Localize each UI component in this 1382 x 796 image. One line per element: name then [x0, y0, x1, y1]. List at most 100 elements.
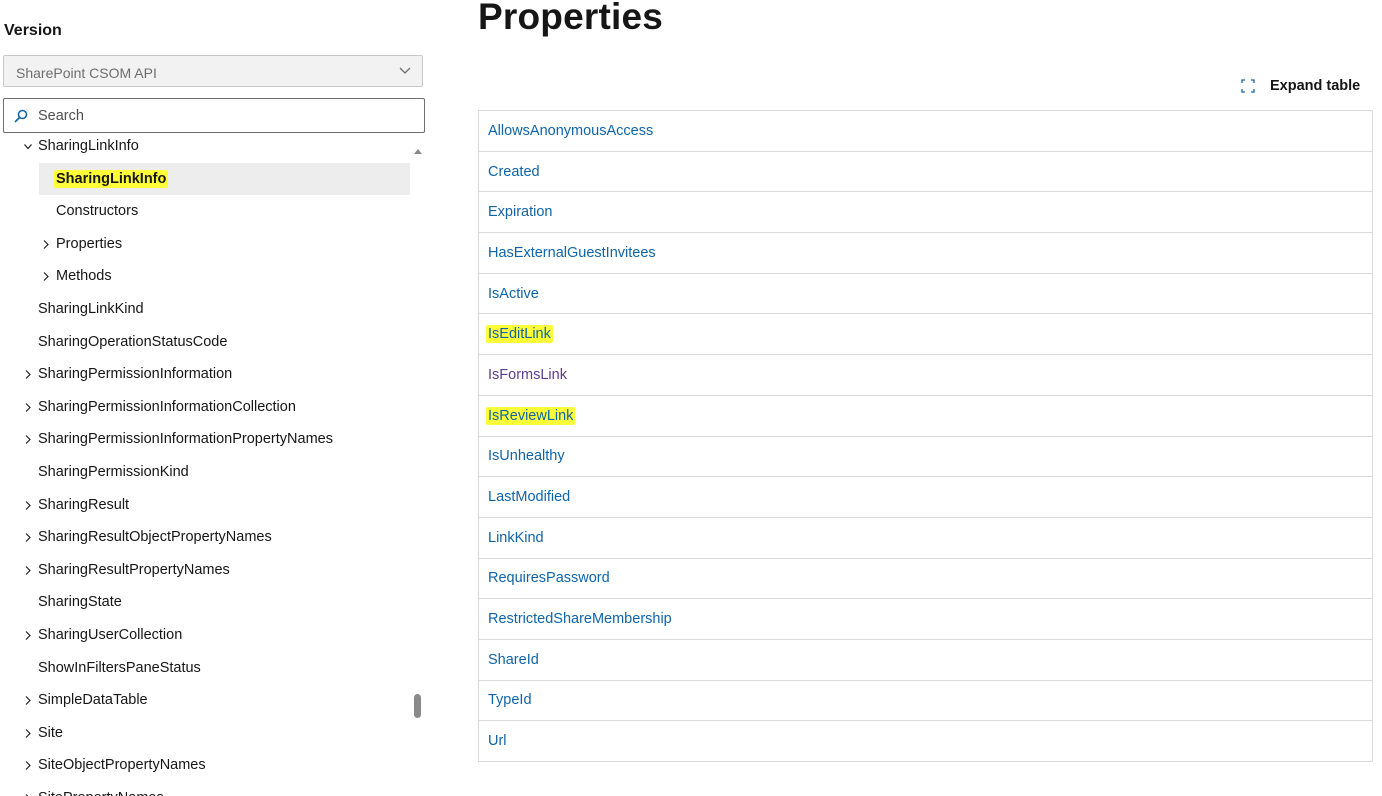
toc-item-label: Constructors: [56, 203, 139, 220]
table-row: Expiration: [478, 191, 1373, 234]
chevron-right-icon[interactable]: [24, 435, 32, 445]
property-link-restricted-share-membership[interactable]: RestrictedShareMembership: [488, 611, 672, 627]
property-link-is-forms-link[interactable]: IsFormsLink: [488, 367, 567, 383]
property-link-type-id[interactable]: TypeId: [488, 692, 532, 708]
table-cell: ShareId: [478, 639, 1373, 681]
toc-item-site-property-names[interactable]: SitePropertyNames: [0, 782, 412, 796]
table-row: AllowsAnonymousAccess: [478, 110, 1373, 152]
toc-item-show-in-filters-pane-status[interactable]: ShowInFiltersPaneStatus: [0, 652, 412, 685]
toc-item-sharing-user-collection[interactable]: SharingUserCollection: [0, 619, 412, 652]
chevron-right-icon[interactable]: [24, 728, 32, 738]
property-link-expiration[interactable]: Expiration: [488, 204, 552, 220]
toc-item-label: SiteObjectPropertyNames: [38, 757, 206, 774]
chevron-right-icon[interactable]: [24, 402, 32, 412]
chevron-right-icon[interactable]: [24, 370, 32, 380]
toc-item-label: SharingResultPropertyNames: [38, 561, 230, 578]
toc-item-label: SharingUserCollection: [38, 626, 183, 643]
table-row: Url: [478, 720, 1373, 762]
property-link-url[interactable]: Url: [488, 733, 507, 749]
chevron-right-icon[interactable]: [24, 533, 32, 543]
table-cell: IsReviewLink: [478, 395, 1373, 437]
property-link-text: IsReviewLink: [486, 406, 576, 425]
table-row: Created: [478, 151, 1373, 193]
table-cell: IsEditLink: [478, 313, 1373, 356]
chevron-right-icon[interactable]: [24, 500, 32, 510]
scrollbar-thumb[interactable]: [414, 694, 421, 718]
toc-item-simple-data-table[interactable]: SimpleDataTable: [0, 684, 412, 717]
table-cell: LastModified: [478, 476, 1373, 518]
toc-item-site[interactable]: Site: [0, 717, 412, 750]
property-link-requires-password[interactable]: RequiresPassword: [488, 570, 610, 586]
chevron-right-icon[interactable]: [24, 565, 32, 575]
table-cell: IsUnhealthy: [478, 436, 1373, 478]
chevron-down-icon[interactable]: [24, 142, 32, 151]
expand-table-button[interactable]: Expand table: [1240, 74, 1360, 98]
table-row: IsUnhealthy: [478, 436, 1373, 478]
expand-icon: [1241, 79, 1255, 93]
toc-item-label: SimpleDataTable: [38, 692, 148, 709]
table-row: RestrictedShareMembership: [478, 598, 1373, 640]
property-link-share-id[interactable]: ShareId: [488, 652, 539, 668]
table-cell: LinkKind: [478, 517, 1373, 559]
table-row: HasExternalGuestInvitees: [478, 232, 1373, 274]
toc-item-sharing-permission-information-collection[interactable]: SharingPermissionInformationCollection: [0, 391, 412, 424]
property-link-is-edit-link[interactable]: IsEditLink: [486, 325, 553, 344]
version-select[interactable]: SharePoint CSOM API: [3, 55, 423, 87]
chevron-right-icon[interactable]: [42, 272, 50, 282]
version-select-value: SharePoint CSOM API: [16, 65, 157, 81]
toc-item-properties[interactable]: Properties: [0, 228, 412, 261]
chevron-right-icon[interactable]: [42, 239, 50, 249]
property-link-text: IsEditLink: [486, 325, 553, 344]
table-row: ShareId: [478, 639, 1373, 681]
property-link-is-active[interactable]: IsActive: [488, 286, 539, 302]
chevron-right-icon[interactable]: [24, 631, 32, 640]
table-cell: RequiresPassword: [478, 558, 1373, 600]
toc-item-sharing-permission-kind[interactable]: SharingPermissionKind: [0, 456, 412, 489]
toc-item-sharing-result-property-names[interactable]: SharingResultPropertyNames: [0, 554, 412, 587]
table-cell: RestrictedShareMembership: [478, 598, 1373, 640]
table-row: IsReviewLink: [478, 395, 1373, 437]
toc-item-label: SharingResult: [38, 496, 130, 513]
table-row: LinkKind: [478, 517, 1373, 559]
chevron-right-icon[interactable]: [24, 761, 32, 771]
toc-item-sharing-link-info[interactable]: SharingLinkInfo: [0, 134, 412, 163]
toc-item-sharing-link-info[interactable]: SharingLinkInfo: [0, 162, 412, 196]
toc-item-sharing-link-kind[interactable]: SharingLinkKind: [0, 293, 412, 326]
toc-tree-list: SharingLinkInfo SharingLinkInfo Constructo…: [0, 134, 412, 796]
toc-scrollbar[interactable]: [412, 146, 424, 796]
property-link-last-modified[interactable]: LastModified: [488, 489, 570, 505]
chevron-right-icon[interactable]: [24, 696, 32, 705]
toc-item-constructors[interactable]: Constructors: [0, 195, 412, 228]
table-cell: TypeId: [478, 680, 1373, 722]
toc-item-sharing-operation-status-code[interactable]: SharingOperationStatusCode: [0, 326, 412, 359]
toc-item-label: ShowInFiltersPaneStatus: [38, 659, 201, 676]
toc-item-sharing-permission-information[interactable]: SharingPermissionInformation: [0, 358, 412, 391]
toc-item-label: SharingOperationStatusCode: [38, 333, 228, 350]
toc-tree: SharingLinkInfo SharingLinkInfo Constructo…: [0, 134, 412, 796]
toc-item-sharing-result[interactable]: SharingResult: [0, 489, 412, 522]
scroll-up-arrow-icon[interactable]: [413, 146, 423, 156]
chevron-down-icon: [399, 67, 411, 74]
table-cell: Created: [478, 151, 1373, 193]
property-link-is-review-link[interactable]: IsReviewLink: [486, 406, 576, 425]
toc-item-label: SharingLinkInfo: [38, 138, 139, 154]
table-cell: IsFormsLink: [478, 354, 1373, 396]
property-link-is-unhealthy[interactable]: IsUnhealthy: [488, 448, 565, 464]
toc-item-sharing-state[interactable]: SharingState: [0, 586, 412, 619]
toc-item-site-object-property-names[interactable]: SiteObjectPropertyNames: [0, 749, 412, 782]
property-link-allows-anonymous-access[interactable]: AllowsAnonymousAccess: [488, 123, 653, 139]
table-cell: AllowsAnonymousAccess: [478, 110, 1373, 152]
property-link-created[interactable]: Created: [488, 164, 540, 180]
property-link-link-kind[interactable]: LinkKind: [488, 530, 544, 546]
toc-item-label: Methods: [56, 268, 112, 285]
toc-item-sharing-permission-information-property-names[interactable]: SharingPermissionInformationPropertyName…: [0, 423, 412, 456]
property-link-has-external-guest-invitees[interactable]: HasExternalGuestInvitees: [488, 245, 656, 261]
toc-item-label: SharingResultObjectPropertyNames: [38, 529, 272, 546]
toc-item-label: SitePropertyNames: [38, 782, 164, 796]
table-cell: HasExternalGuestInvitees: [478, 232, 1373, 274]
table-row: IsEditLink: [478, 313, 1373, 356]
toc-item-sharing-result-object-property-names[interactable]: SharingResultObjectPropertyNames: [0, 521, 412, 554]
search-input[interactable]: [38, 106, 408, 126]
toc-item-methods[interactable]: Methods: [0, 260, 412, 293]
search-box[interactable]: [3, 98, 425, 133]
